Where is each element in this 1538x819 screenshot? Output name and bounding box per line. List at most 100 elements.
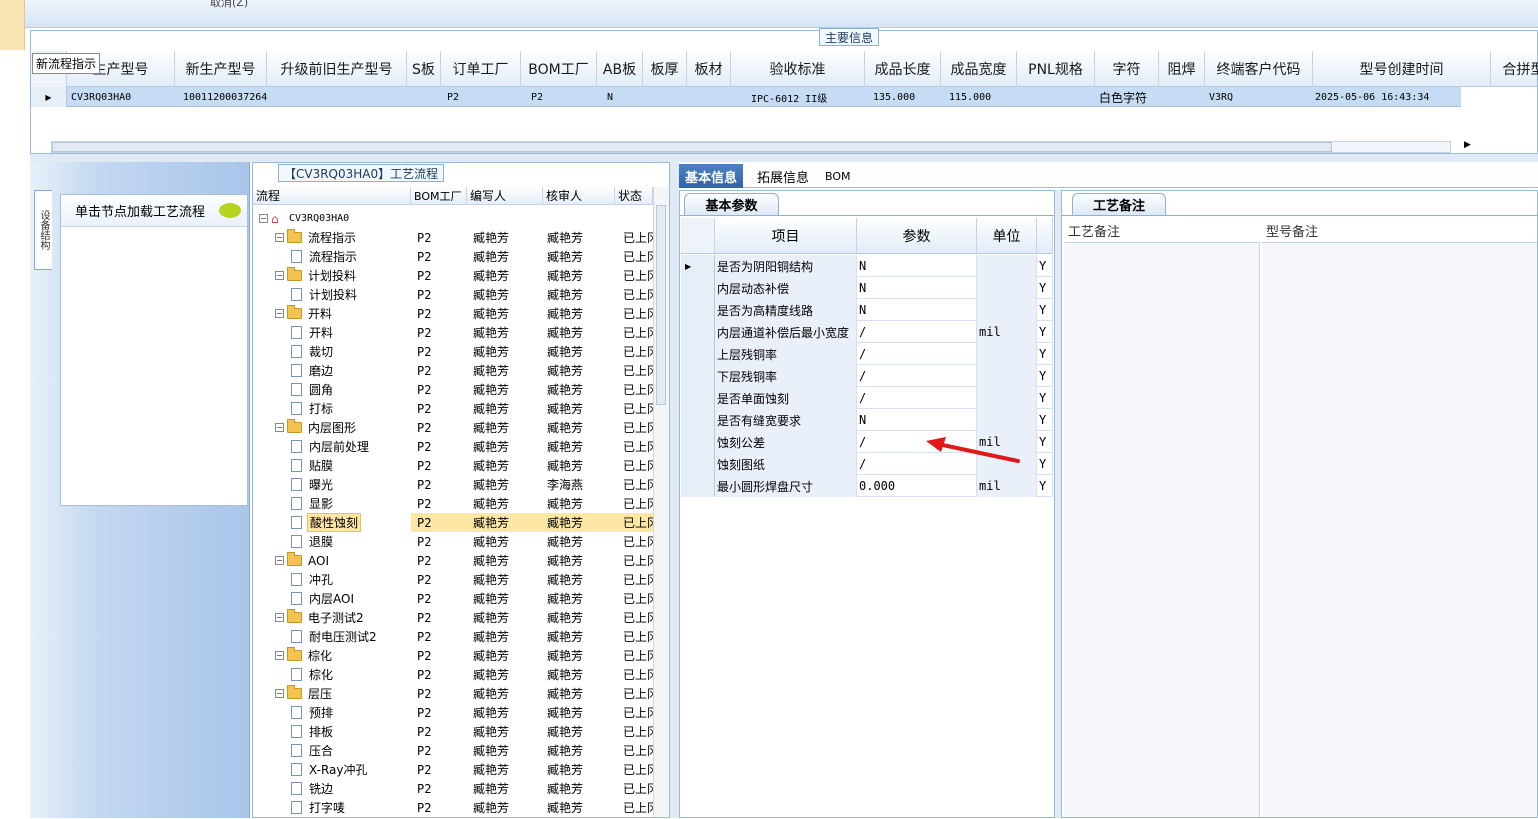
column-header[interactable]: BOM工厂 (521, 51, 597, 87)
tree-item[interactable]: 曝光 P2 臧艳芳 李海燕 已上冈 (253, 475, 653, 494)
tree-root[interactable]: − ⌂ CV3RQ03HA0 (253, 209, 653, 228)
tree-item[interactable]: 磨边 P2 臧艳芳 臧艳芳 已上冈 (253, 361, 653, 380)
table-row[interactable]: ▶ CV3RQ03HA0 10011200037264 P2 P2 N IPC-6012 … (31, 87, 1461, 107)
tab-basic-params[interactable]: 基本参数 (684, 193, 779, 215)
tree-item[interactable]: 耐电压测试2 P2 臧艳芳 臧艳芳 已上冈 (253, 627, 653, 646)
column-header[interactable]: 型号创建时间 (1313, 51, 1491, 87)
column-header[interactable]: 成品长度 (865, 51, 941, 87)
param-column-header[interactable]: 单位 (977, 218, 1037, 254)
param-column-header[interactable]: 项目 (715, 218, 857, 254)
collapse-icon[interactable]: − (275, 651, 284, 660)
tree-item[interactable]: 流程指示 P2 臧艳芳 臧艳芳 已上冈 (253, 247, 653, 266)
param-row[interactable]: 是否有缝宽要求 N Y (681, 409, 1053, 431)
tab-extended-info[interactable]: 拓展信息 (751, 164, 815, 188)
tree-item[interactable]: 酸性蚀刻P2臧艳芳臧艳芳已上冈 (253, 513, 653, 532)
tree-column-header[interactable]: BOM工厂 (411, 187, 467, 205)
tree-item[interactable]: 排板 P2 臧艳芳 臧艳芳 已上冈 (253, 722, 653, 741)
tree-item[interactable]: 打标 P2 臧艳芳 臧艳芳 已上冈 (253, 399, 653, 418)
column-header[interactable]: AB板 (597, 51, 643, 87)
tab-process-notes[interactable]: 工艺备注 (1072, 193, 1166, 215)
tree-item[interactable]: 贴膜 P2 臧艳芳 臧艳芳 已上冈 (253, 456, 653, 475)
tree-item[interactable]: 棕化 P2 臧艳芳 臧艳芳 已上冈 (253, 665, 653, 684)
tree-item[interactable]: 压合 P2 臧艳芳 臧艳芳 已上冈 (253, 741, 653, 760)
tab-basic-info[interactable]: 基本信息 (679, 164, 744, 188)
tree-item[interactable]: 计划投料 P2 臧艳芳 臧艳芳 已上冈 (253, 285, 653, 304)
collapse-icon[interactable]: − (275, 613, 284, 622)
column-header[interactable]: 板材 (687, 51, 731, 87)
tree-item[interactable]: 冲孔 P2 臧艳芳 臧艳芳 已上冈 (253, 570, 653, 589)
param-value-input[interactable]: / (857, 387, 977, 409)
column-header[interactable]: 合拼型号 (1491, 51, 1538, 87)
model-notes-field[interactable] (1262, 243, 1537, 817)
param-row[interactable]: ▶ 是否为阴阳铜结构 N Y (681, 255, 1053, 277)
column-header[interactable]: 阻焊 (1159, 51, 1205, 87)
tree-item[interactable]: 内层AOI P2 臧艳芳 臧艳芳 已上冈 (253, 589, 653, 608)
tree-item[interactable]: 裁切 P2 臧艳芳 臧艳芳 已上冈 (253, 342, 653, 361)
column-header[interactable]: 新生产型号 (175, 51, 267, 87)
collapse-icon[interactable]: − (275, 689, 284, 698)
param-column-header[interactable]: 参数 (857, 218, 977, 254)
tree-scroll-thumb[interactable] (656, 205, 666, 405)
tree-column-header[interactable]: 状态 (615, 187, 653, 205)
scrollbar-thumb[interactable] (52, 142, 1332, 152)
tree-group[interactable]: − 流程指示 P2 臧艳芳 臧艳芳 已上冈 (253, 228, 653, 247)
column-header[interactable]: 终端客户代码 (1205, 51, 1313, 87)
tree-vertical-scrollbar[interactable] (653, 187, 669, 817)
tree-item[interactable]: 显影 P2 臧艳芳 臧艳芳 已上冈 (253, 494, 653, 513)
column-header[interactable]: S板 (407, 51, 441, 87)
param-row[interactable]: 上层残铜率 / Y (681, 343, 1053, 365)
vertical-tab[interactable]: 设备结构 (34, 190, 52, 270)
param-value-input[interactable]: N (857, 277, 977, 299)
process-notes-field[interactable] (1064, 243, 1260, 817)
tab-bom[interactable]: BOM (819, 164, 857, 188)
collapse-icon[interactable]: − (275, 423, 284, 432)
scroll-right-icon[interactable]: ▶ (1464, 140, 1471, 150)
param-row[interactable]: 是否单面蚀刻 / Y (681, 387, 1053, 409)
tree-item[interactable]: 开料 P2 臧艳芳 臧艳芳 已上冈 (253, 323, 653, 342)
column-header[interactable]: 字符 (1095, 51, 1159, 87)
tree-item[interactable]: 圆角 P2 臧艳芳 臧艳芳 已上冈 (253, 380, 653, 399)
param-value-input[interactable]: / (857, 343, 977, 365)
collapse-icon[interactable]: − (275, 556, 284, 565)
column-header[interactable]: 验收标准 (731, 51, 865, 87)
tree-item[interactable]: 预排 P2 臧艳芳 臧艳芳 已上冈 (253, 703, 653, 722)
param-value-input[interactable]: N (857, 409, 977, 431)
tree-item[interactable]: 退膜 P2 臧艳芳 臧艳芳 已上冈 (253, 532, 653, 551)
tree-group[interactable]: − 内层图形 P2 臧艳芳 臧艳芳 已上冈 (253, 418, 653, 437)
collapse-icon[interactable]: − (275, 271, 284, 280)
param-value-input[interactable]: / (857, 365, 977, 387)
column-header[interactable]: 板厚 (643, 51, 687, 87)
param-value-input[interactable]: N (857, 255, 977, 277)
vertical-splitter[interactable] (670, 162, 679, 818)
cancel-button[interactable]: 取消(Z) (210, 0, 248, 10)
collapse-icon[interactable]: − (275, 309, 284, 318)
horizontal-scrollbar[interactable]: ▶ (51, 140, 1471, 153)
tree-column-header[interactable]: 核审人 (543, 187, 615, 205)
tree-group[interactable]: − 开料 P2 臧艳芳 臧艳芳 已上冈 (253, 304, 653, 323)
collapse-icon[interactable]: − (259, 214, 268, 223)
tree-item[interactable]: 打字唛 P2 臧艳芳 臧艳芳 已上冈 (253, 798, 653, 817)
param-row[interactable]: 下层残铜率 / Y (681, 365, 1053, 387)
column-header[interactable]: PNL规格 (1017, 51, 1095, 87)
column-header[interactable]: 成品宽度 (941, 51, 1017, 87)
param-row[interactable]: 内层通道补偿后最小宽度 / mil Y (681, 321, 1053, 343)
param-row[interactable]: 内层动态补偿 N Y (681, 277, 1053, 299)
column-header[interactable]: 升级前旧生产型号 (267, 51, 407, 87)
param-value-input[interactable]: N (857, 299, 977, 321)
tree-group[interactable]: − 计划投料 P2 臧艳芳 臧艳芳 已上冈 (253, 266, 653, 285)
param-value-input[interactable]: 0.000 (857, 475, 977, 497)
load-hint-header[interactable]: 单击节点加载工艺流程 (61, 195, 247, 227)
tree-group[interactable]: − 电子测试2 P2 臧艳芳 臧艳芳 已上冈 (253, 608, 653, 627)
param-row[interactable]: 是否为高精度线路 N Y (681, 299, 1053, 321)
tree-group[interactable]: − 棕化 P2 臧艳芳 臧艳芳 已上冈 (253, 646, 653, 665)
tree-column-header[interactable]: 编写人 (467, 187, 543, 205)
horizontal-splitter[interactable] (30, 154, 1538, 162)
param-row[interactable]: 最小圆形焊盘尺寸 0.000 mil Y (681, 475, 1053, 497)
tree-group[interactable]: − 层压 P2 臧艳芳 臧艳芳 已上冈 (253, 684, 653, 703)
collapse-icon[interactable]: − (275, 233, 284, 242)
tree-item[interactable]: 内层前处理 P2 臧艳芳 臧艳芳 已上冈 (253, 437, 653, 456)
param-value-input[interactable]: / (857, 321, 977, 343)
tree-item[interactable]: X-Ray冲孔 P2 臧艳芳 臧艳芳 已上冈 (253, 760, 653, 779)
tree-group[interactable]: − AOI P2 臧艳芳 臧艳芳 已上冈 (253, 551, 653, 570)
tree-column-header[interactable]: 流程 (253, 187, 411, 205)
